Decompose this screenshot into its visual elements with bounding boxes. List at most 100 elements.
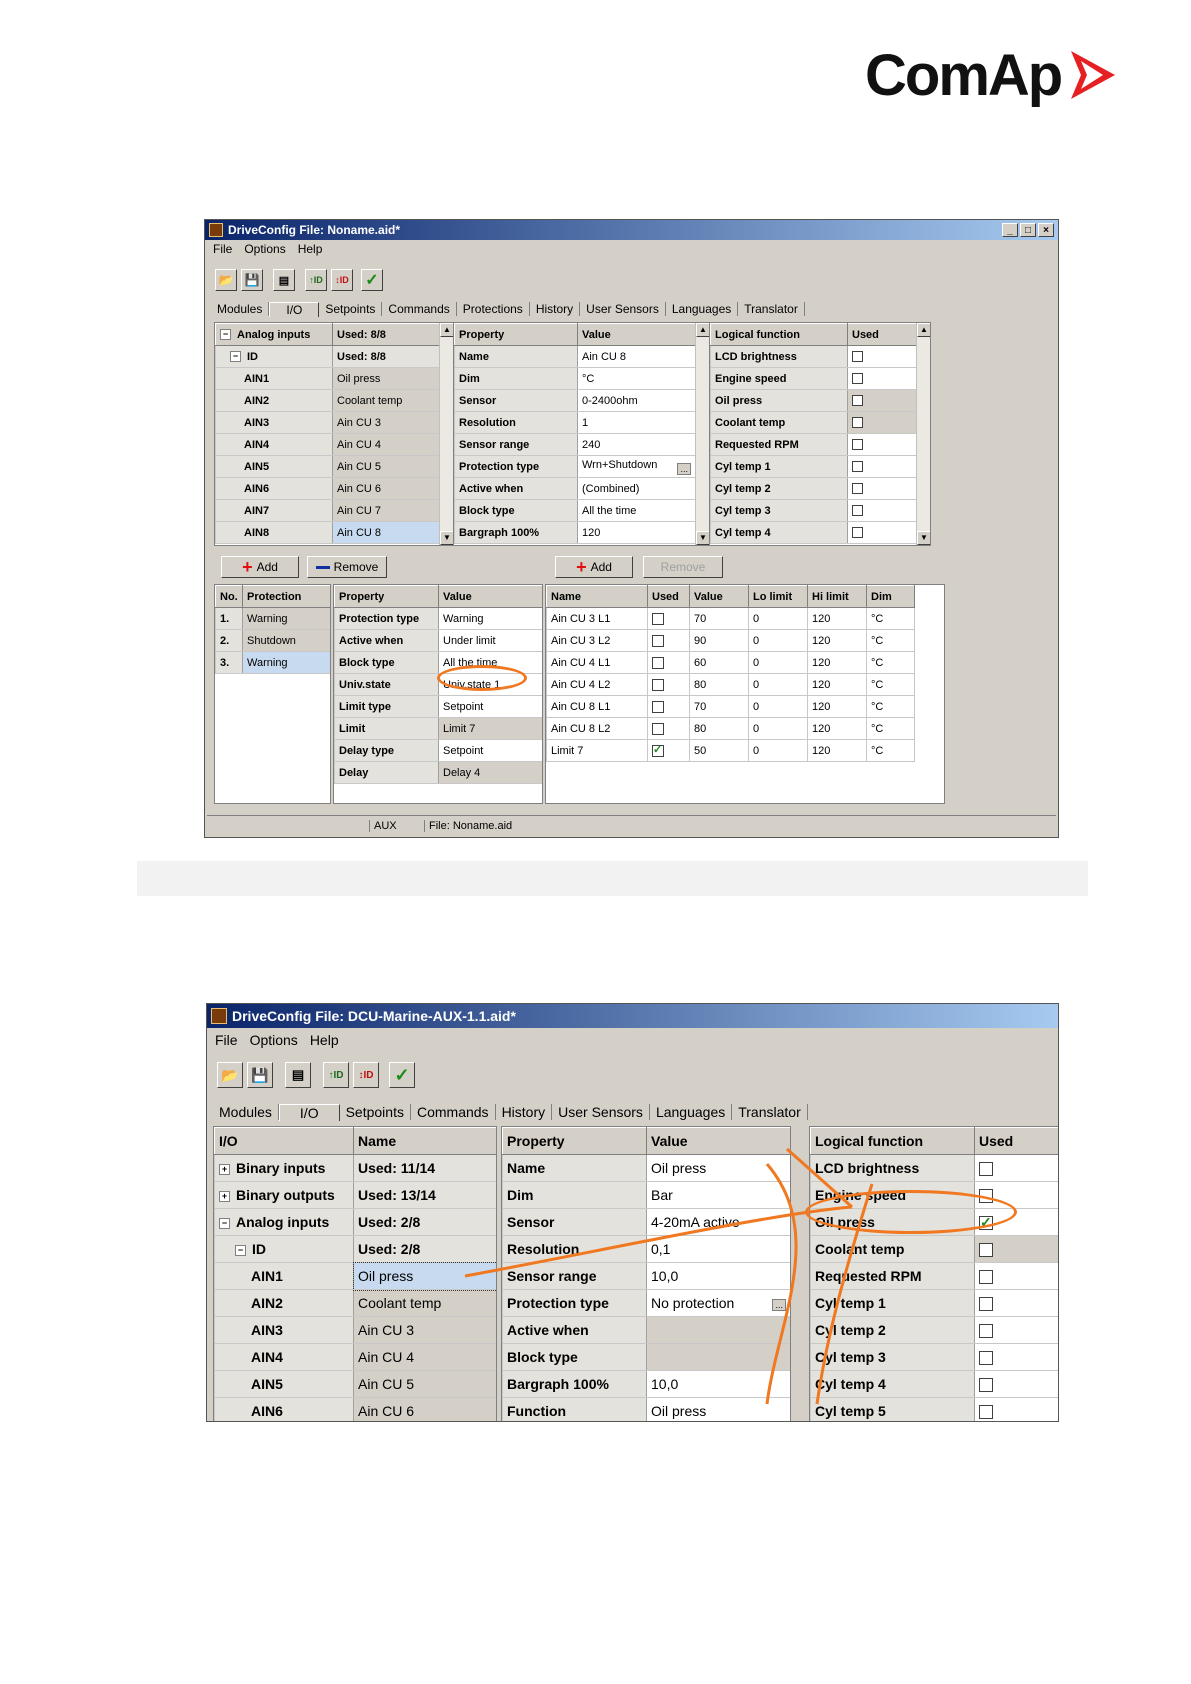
scroll-up-button[interactable]: ▲	[696, 323, 709, 337]
used-cell[interactable]	[847, 499, 917, 522]
collapse-icon[interactable]: −	[230, 351, 241, 363]
checkbox[interactable]	[852, 439, 863, 451]
used-cell[interactable]	[847, 411, 917, 434]
setpoint-value[interactable]: 60	[689, 651, 749, 674]
table-row[interactable]: Oil press	[710, 389, 917, 412]
table-row[interactable]: Sensor 0-2400ohm	[454, 389, 696, 412]
setpoint-name[interactable]: Limit 7	[546, 739, 648, 762]
used-cell[interactable]	[847, 455, 917, 478]
row-value[interactable]: °C	[577, 367, 696, 390]
table-row[interactable]: AIN8 Ain CU 8	[215, 521, 440, 544]
used-cell[interactable]	[647, 717, 690, 740]
logical-function-label[interactable]: Oil press	[710, 389, 848, 412]
table-row[interactable]: Delay Delay 4	[334, 761, 542, 784]
row-value[interactable]: (Combined)	[577, 477, 696, 500]
ellipsis-button[interactable]: ...	[677, 462, 691, 475]
logical-function-label[interactable]: Cyl temp 1	[710, 455, 848, 478]
setpoint-name[interactable]: Ain CU 8 L2	[546, 717, 648, 740]
used-cell[interactable]	[847, 345, 917, 368]
row-value[interactable]: Setpoint	[438, 695, 542, 718]
setpoint-name[interactable]: Ain CU 3 L2	[546, 629, 648, 652]
logical-function-label[interactable]: Coolant temp	[710, 411, 848, 434]
used-cell[interactable]	[647, 651, 690, 674]
row-value[interactable]: Ain CU 3	[332, 411, 440, 434]
table-row[interactable]: Delay type Setpoint	[334, 739, 542, 762]
tab-commands[interactable]: Commands	[382, 302, 457, 316]
row-value[interactable]: 120	[577, 521, 696, 544]
table-row[interactable]: Limit Limit 7	[334, 717, 542, 740]
checkbox[interactable]	[652, 678, 664, 691]
logical-function-label[interactable]: Engine speed	[710, 367, 848, 390]
row-value[interactable]: Limit 7	[438, 717, 542, 740]
table-row[interactable]: Ain CU 3 L1 70 0 120 °C	[546, 607, 915, 630]
table-row[interactable]: Ain CU 4 L2 80 0 120 °C	[546, 673, 915, 696]
setpoint-value[interactable]: 80	[689, 717, 749, 740]
tab-modules[interactable]: Modules	[211, 302, 270, 316]
checkbox-checked[interactable]	[652, 743, 664, 757]
table-row[interactable]: Active when Under limit	[334, 629, 542, 652]
scroll-down-button[interactable]: ▼	[696, 531, 709, 545]
remove-input-button[interactable]: Remove	[307, 556, 387, 578]
used-cell[interactable]	[647, 673, 690, 696]
table-row[interactable]: Cyl temp 4	[710, 521, 917, 544]
add-input-button[interactable]: + Add	[221, 556, 299, 578]
used-cell[interactable]	[847, 367, 917, 390]
row-value[interactable]: Delay 4	[438, 761, 542, 784]
setpoint-value[interactable]: 50	[689, 739, 749, 762]
remove-protection-button[interactable]: Remove	[643, 556, 723, 578]
minimize-button[interactable]: _	[1002, 223, 1018, 237]
scroll-up-button[interactable]: ▲	[440, 323, 453, 337]
table-row[interactable]: Ain CU 3 L2 90 0 120 °C	[546, 629, 915, 652]
print-icon[interactable]: ▤	[273, 269, 295, 291]
table-row[interactable]: Bargraph 100% 120	[454, 521, 696, 544]
checkbox[interactable]	[852, 483, 863, 495]
setpoint-name[interactable]: Ain CU 4 L1	[546, 651, 648, 674]
row-value[interactable]: 1	[577, 411, 696, 434]
row-value[interactable]: 0-2400ohm	[577, 389, 696, 412]
row-value[interactable]: Setpoint	[438, 739, 542, 762]
used-cell[interactable]	[847, 521, 917, 544]
checkbox[interactable]	[652, 612, 664, 625]
used-cell[interactable]	[647, 629, 690, 652]
checkbox[interactable]	[852, 527, 863, 539]
checkbox[interactable]	[852, 395, 863, 407]
table-row[interactable]: Coolant temp	[710, 411, 917, 434]
row-value[interactable]: Under limit	[438, 629, 542, 652]
checkbox[interactable]	[652, 656, 664, 669]
logical-function-label[interactable]: Cyl temp 4	[710, 521, 848, 544]
table-row[interactable]: Name Ain CU 8	[454, 345, 696, 368]
table-row[interactable]: Ain CU 8 L1 70 0 120 °C	[546, 695, 915, 718]
tab-io[interactable]: I/O	[269, 302, 320, 317]
table-row[interactable]: Sensor range 240	[454, 433, 696, 456]
tab-translator[interactable]: Translator	[738, 302, 805, 316]
checkbox[interactable]	[652, 722, 664, 735]
table-row[interactable]: Cyl temp 2	[710, 477, 917, 500]
table-row[interactable]: AIN4 Ain CU 4	[215, 433, 440, 456]
check-icon[interactable]: ✓	[361, 269, 383, 291]
used-cell[interactable]	[847, 389, 917, 412]
row-value[interactable]: Ain CU 8	[332, 521, 440, 544]
checkbox[interactable]	[652, 700, 664, 713]
table-row[interactable]: Limit 7 500120°C	[546, 739, 915, 762]
logical-function-label[interactable]: Cyl temp 2	[710, 477, 848, 500]
used-cell[interactable]	[647, 739, 690, 762]
table-row[interactable]: LCD brightness	[710, 345, 917, 368]
tree-scrollbar[interactable]: ▲ ▼	[439, 323, 453, 545]
table-row[interactable]: Ain CU 4 L1 60 0 120 °C	[546, 651, 915, 674]
used-cell[interactable]	[647, 695, 690, 718]
row-value[interactable]: Coolant temp	[332, 389, 440, 412]
import-id-icon[interactable]: ↑ID	[305, 269, 327, 291]
row-value[interactable]: Oil press	[332, 367, 440, 390]
setpoint-name[interactable]: Ain CU 8 L1	[546, 695, 648, 718]
scroll-down-button[interactable]: ▼	[440, 531, 453, 545]
logical-function-label[interactable]: LCD brightness	[710, 345, 848, 368]
close-button[interactable]: ×	[1038, 223, 1054, 237]
table-row[interactable]: AIN6 Ain CU 6	[215, 477, 440, 500]
row-value[interactable]: Wrn+Shutdown...	[577, 455, 696, 478]
export-id-icon[interactable]: ↕ID	[331, 269, 353, 291]
menu-options[interactable]: Options	[244, 242, 285, 260]
tab-user-sensors[interactable]: User Sensors	[580, 302, 666, 316]
table-row[interactable]: Protection type Warning	[334, 607, 542, 630]
setpoint-value[interactable]: 90	[689, 629, 749, 652]
collapse-icon[interactable]: −	[220, 329, 231, 341]
